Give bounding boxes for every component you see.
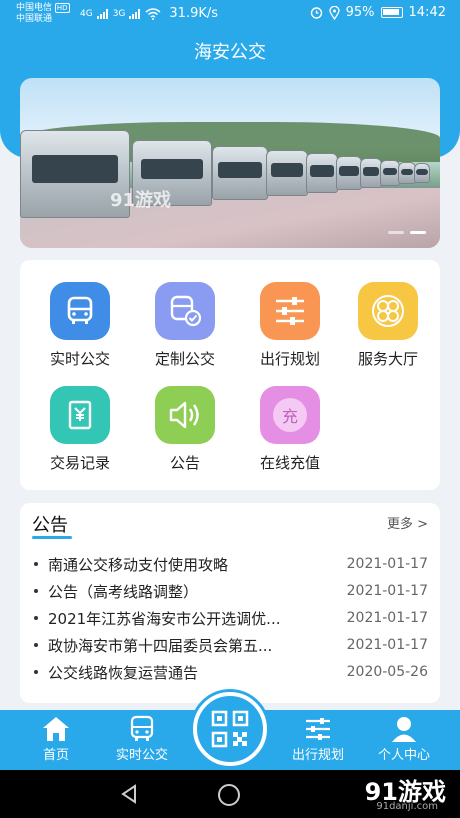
- notice-title: 2021年江苏省海安市公开选调优...: [48, 609, 281, 628]
- service-label: 公告: [169, 454, 200, 472]
- bullet-dot: [34, 616, 38, 620]
- network-1: 4G: [80, 8, 93, 19]
- tab-planning-label: 出行规划: [291, 748, 344, 763]
- clock-time: 14:42: [408, 5, 446, 20]
- tab-home[interactable]: 首页: [10, 710, 102, 770]
- services-card: 实时公交 定制公交 出行规划 服务大厅交易记录 公告 充在线充值: [20, 260, 440, 490]
- notice-date: 2021-01-17: [346, 556, 428, 572]
- bus-image: [266, 150, 308, 196]
- watermark-url: 91danji.com: [376, 801, 438, 812]
- service-label: 在线充值: [259, 454, 320, 472]
- page-title: 海安公交: [194, 42, 266, 63]
- carrier-1: 中国电信: [16, 3, 53, 13]
- custom-bus-icon: [155, 282, 215, 340]
- notice-item[interactable]: 公交线路恢复运营通告 2020-05-26: [34, 659, 428, 685]
- status-bar: 中国电信 HD 中国联通 4G 3G 31.9K/s 95% 14:42: [0, 0, 460, 30]
- bus-image: [212, 146, 268, 200]
- network-speed: 31.9K/s: [169, 6, 219, 21]
- user-icon: [392, 717, 416, 742]
- notice-item[interactable]: 公告（高考线路调整） 2021-01-17: [34, 578, 428, 604]
- location-icon: [328, 5, 340, 20]
- service-custom-bus[interactable]: 定制公交: [135, 282, 235, 369]
- service-label: 实时公交: [49, 350, 110, 368]
- bullet-dot: [34, 589, 38, 593]
- bus-image: [360, 158, 382, 188]
- sliders-icon: [260, 282, 320, 340]
- tab-realtime-bus[interactable]: 实时公交: [96, 710, 188, 770]
- tab-profile-label: 个人中心: [377, 748, 430, 763]
- service-clover[interactable]: 服务大厅: [338, 282, 438, 369]
- service-label: 出行规划: [259, 350, 320, 368]
- battery-percent: 95%: [345, 5, 375, 20]
- service-label: 定制公交: [154, 350, 215, 368]
- carrier-2: 中国联通: [16, 14, 53, 24]
- bullet-dot: [34, 643, 38, 647]
- tab-home-label: 首页: [42, 748, 69, 763]
- service-label: 交易记录: [49, 454, 110, 472]
- back-triangle-icon[interactable]: [120, 784, 138, 804]
- home-circle-icon[interactable]: [218, 784, 240, 806]
- notice-date: 2020-05-26: [346, 664, 428, 680]
- recharge-icon: 充: [260, 386, 320, 444]
- service-receipt[interactable]: 交易记录: [30, 386, 130, 473]
- notice-item[interactable]: 南通公交移动支付使用攻略 2021-01-17: [34, 551, 428, 577]
- service-speaker[interactable]: 公告: [135, 386, 235, 473]
- scan-qr-button[interactable]: [193, 692, 267, 766]
- tab-planning[interactable]: 出行规划: [272, 710, 364, 770]
- signal-icon: [96, 8, 108, 19]
- clover-icon: [358, 282, 418, 340]
- recharge-badge: 充: [273, 398, 307, 432]
- network-status: 4G 3G 31.9K/s: [80, 6, 218, 21]
- service-bus[interactable]: 实时公交: [30, 282, 130, 369]
- bullet-dot: [34, 670, 38, 674]
- home-icon: [43, 717, 69, 741]
- carrier-info: 中国电信 HD 中国联通: [16, 3, 70, 25]
- notice-item[interactable]: 政协海安市第十四届委员会第五... 2021-01-17: [34, 632, 428, 658]
- hd-badge: HD: [54, 3, 70, 13]
- bus-image: [336, 156, 362, 190]
- bullet-dot: [34, 562, 38, 566]
- notice-date: 2021-01-17: [346, 583, 428, 599]
- status-right: 95% 14:42: [310, 5, 446, 20]
- speaker-icon: [155, 386, 215, 444]
- notice-item[interactable]: 2021年江苏省海安市公开选调优... 2021-01-17: [34, 605, 428, 631]
- notice-title: 公交线路恢复运营通告: [48, 663, 199, 682]
- bus-image: [306, 153, 338, 193]
- service-recharge[interactable]: 充在线充值: [240, 386, 340, 473]
- banner-carousel[interactable]: 91游戏: [20, 78, 440, 248]
- alarm-icon: [310, 7, 322, 19]
- carousel-dot[interactable]: [410, 231, 426, 234]
- service-sliders[interactable]: 出行规划: [240, 282, 340, 369]
- tab-realtime-label: 实时公交: [115, 748, 168, 763]
- notices-card: 公告 更多 > 南通公交移动支付使用攻略 2021-01-17 公告（高考线路调整）…: [20, 503, 440, 703]
- carousel-dot[interactable]: [388, 231, 404, 234]
- bus-icon: [130, 715, 154, 741]
- notice-date: 2021-01-17: [346, 637, 428, 653]
- notices-title-underline: [32, 536, 72, 539]
- wifi-icon: [145, 7, 161, 20]
- banner-watermark: 91游戏: [110, 190, 172, 211]
- bus-icon: [50, 282, 110, 340]
- network-2: 3G: [112, 8, 126, 19]
- notices-title: 公告: [32, 515, 68, 536]
- service-label: 服务大厅: [357, 350, 418, 368]
- notice-date: 2021-01-17: [346, 610, 428, 626]
- carousel-indicator: [388, 231, 426, 234]
- notices-more-link[interactable]: 更多 >: [387, 513, 428, 532]
- qr-code-icon: [211, 710, 249, 748]
- bus-image: [380, 160, 400, 186]
- bus-image: [414, 163, 430, 183]
- battery-icon: [380, 7, 403, 18]
- sliders-icon: [306, 718, 330, 740]
- receipt-icon: [50, 386, 110, 444]
- tab-profile[interactable]: 个人中心: [358, 710, 450, 770]
- notice-title: 公告（高考线路调整）: [48, 582, 199, 601]
- notice-title: 政协海安市第十四届委员会第五...: [48, 636, 273, 655]
- signal-icon: [129, 8, 141, 19]
- notice-title: 南通公交移动支付使用攻略: [48, 555, 229, 574]
